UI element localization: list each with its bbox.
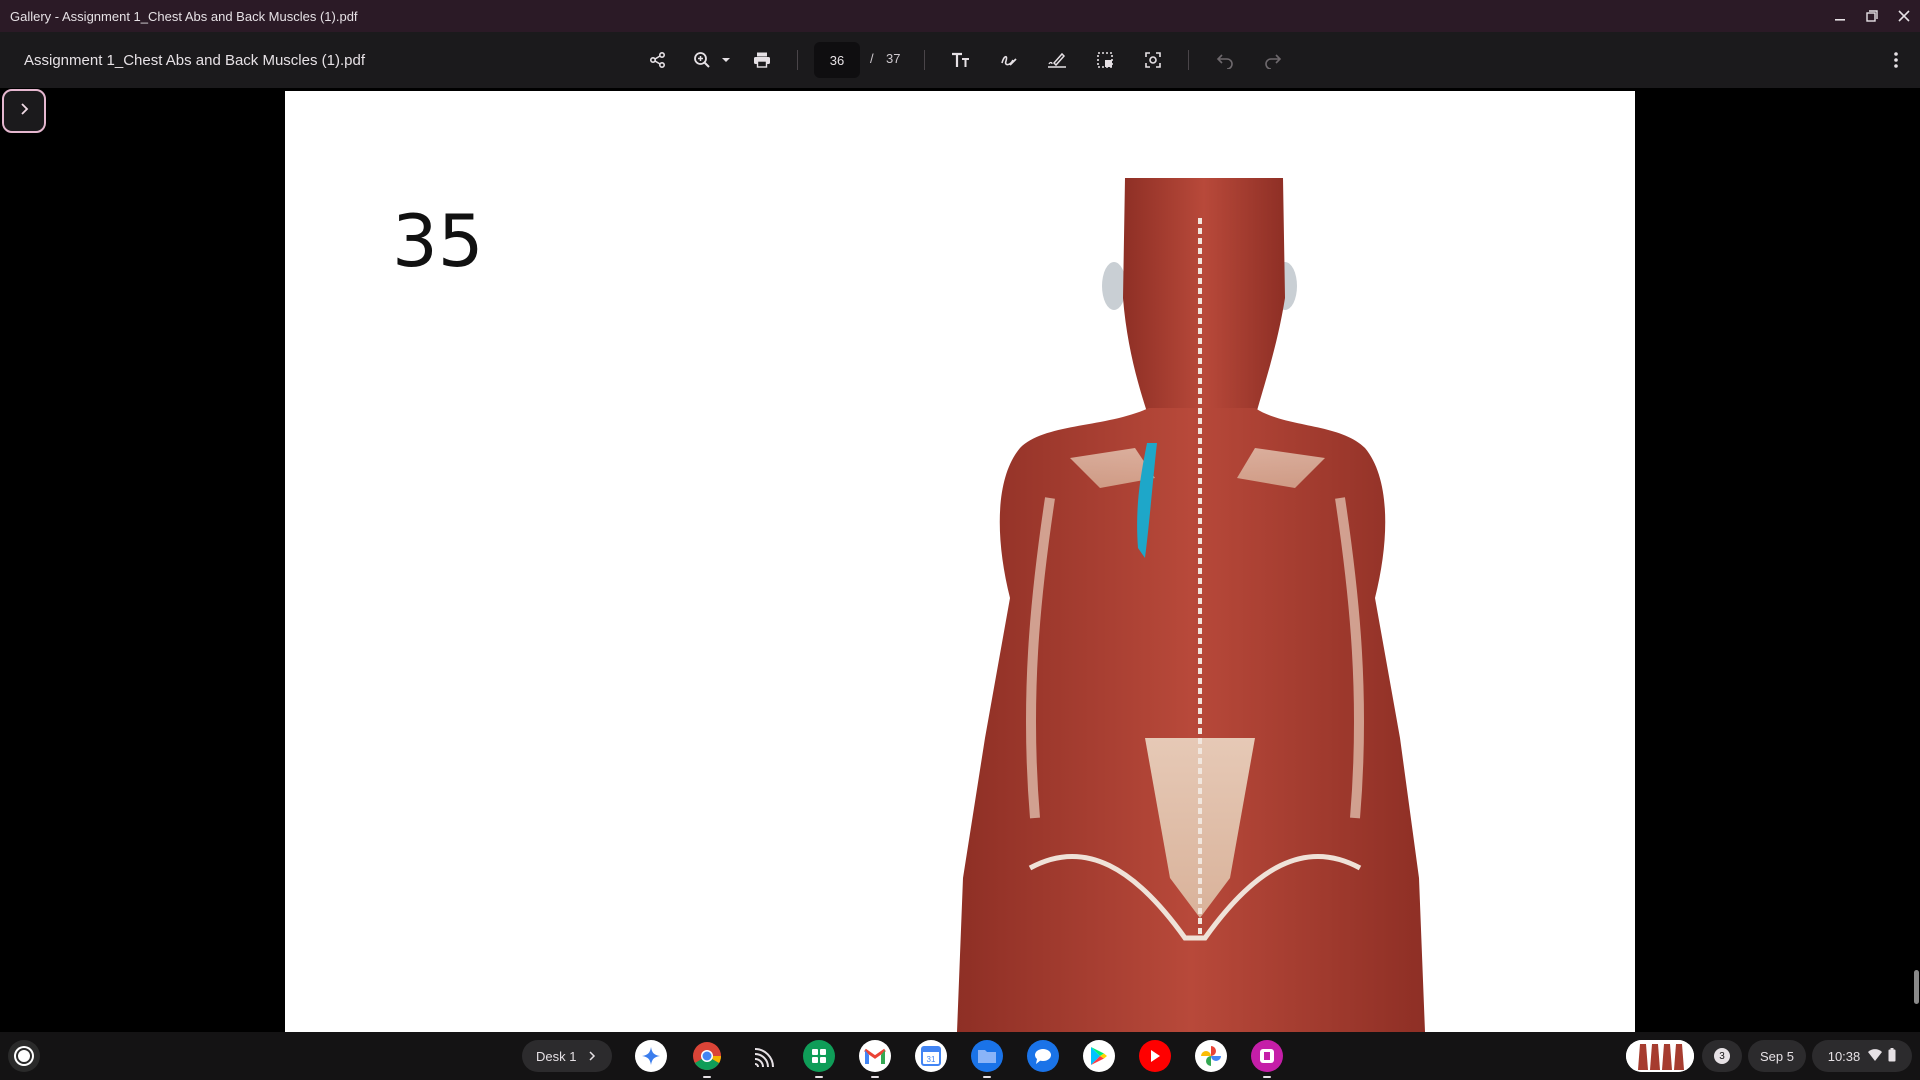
messages-icon[interactable] <box>1027 1040 1059 1072</box>
print-icon[interactable] <box>750 44 774 76</box>
undo-icon[interactable] <box>1213 44 1237 76</box>
scrollbar-thumb[interactable] <box>1914 970 1919 1004</box>
toolbar-divider <box>924 50 925 70</box>
sidebar-toggle-button[interactable] <box>2 89 46 133</box>
more-options-icon[interactable] <box>1884 44 1908 76</box>
cast-icon[interactable] <box>747 1040 779 1072</box>
notification-count: 3 <box>1714 1048 1730 1064</box>
running-indicator <box>703 1076 711 1078</box>
date-button[interactable]: Sep 5 <box>1748 1040 1806 1072</box>
svg-text:31: 31 <box>927 1055 936 1064</box>
back-muscles-anatomy-image <box>957 178 1425 1032</box>
pdf-toolbar: Assignment 1_Chest Abs and Back Muscles … <box>0 32 1920 88</box>
redo-icon[interactable] <box>1261 44 1285 76</box>
gallery-icon[interactable] <box>1251 1040 1283 1078</box>
draw-icon[interactable] <box>997 44 1021 76</box>
text-annotation-icon[interactable] <box>949 44 973 76</box>
running-indicator <box>871 1076 879 1078</box>
date-label: Sep 5 <box>1760 1048 1794 1064</box>
page-number-input[interactable]: 36 <box>814 42 860 78</box>
toolbar-divider <box>1188 50 1189 70</box>
launcher-icon <box>16 1048 32 1064</box>
chrome-icon[interactable] <box>691 1040 723 1078</box>
chevron-right-icon <box>19 102 29 120</box>
zoom-dropdown-icon[interactable] <box>716 44 736 76</box>
running-indicator <box>815 1076 823 1078</box>
gmail-icon[interactable] <box>859 1040 891 1078</box>
wifi-icon <box>1868 1048 1883 1064</box>
signature-icon[interactable] <box>1045 44 1069 76</box>
window-title-bar: Gallery - Assignment 1_Chest Abs and Bac… <box>0 0 1920 32</box>
desk-label: Desk 1 <box>536 1048 577 1064</box>
share-icon[interactable] <box>646 44 670 76</box>
document-name: Assignment 1_Chest Abs and Back Muscles … <box>24 51 366 69</box>
system-tray[interactable]: 10:38 <box>1812 1040 1912 1072</box>
notification-counter[interactable]: 3 <box>1702 1040 1742 1072</box>
zoom-in-icon[interactable] <box>690 44 714 76</box>
pdf-page: 35 <box>285 91 1635 1032</box>
calendar-icon[interactable]: 31 <box>915 1040 947 1072</box>
system-shelf: Desk 1 31 3 Sep 5 10:38 <box>0 1032 1920 1080</box>
window-title: Gallery - Assignment 1_Chest Abs and Bac… <box>10 8 358 24</box>
toolbar-divider <box>797 50 798 70</box>
youtube-icon[interactable] <box>1139 1040 1171 1072</box>
battery-icon <box>1888 1047 1896 1065</box>
chevron-right-icon <box>588 1049 596 1064</box>
files-icon[interactable] <box>971 1040 1003 1078</box>
page-separator: / <box>870 51 874 66</box>
gemini-icon[interactable] <box>635 1040 667 1072</box>
running-indicator <box>983 1076 991 1078</box>
select-area-icon[interactable] <box>1093 44 1117 76</box>
close-icon[interactable] <box>1888 0 1920 32</box>
total-pages: 37 <box>886 51 901 66</box>
minimize-icon[interactable] <box>1824 0 1856 32</box>
photos-icon[interactable] <box>1195 1040 1227 1072</box>
play-store-icon[interactable] <box>1083 1040 1115 1072</box>
launcher-button[interactable] <box>8 1040 40 1072</box>
slide-number: 35 <box>392 199 484 283</box>
clock: 10:38 <box>1827 1048 1861 1064</box>
screenshot-icon[interactable] <box>1141 44 1165 76</box>
running-indicator <box>1263 1076 1271 1078</box>
desk-switcher[interactable]: Desk 1 <box>522 1040 612 1072</box>
holding-space-thumbnail[interactable] <box>1626 1040 1694 1072</box>
restore-icon[interactable] <box>1856 0 1888 32</box>
classroom-icon[interactable] <box>803 1040 835 1078</box>
